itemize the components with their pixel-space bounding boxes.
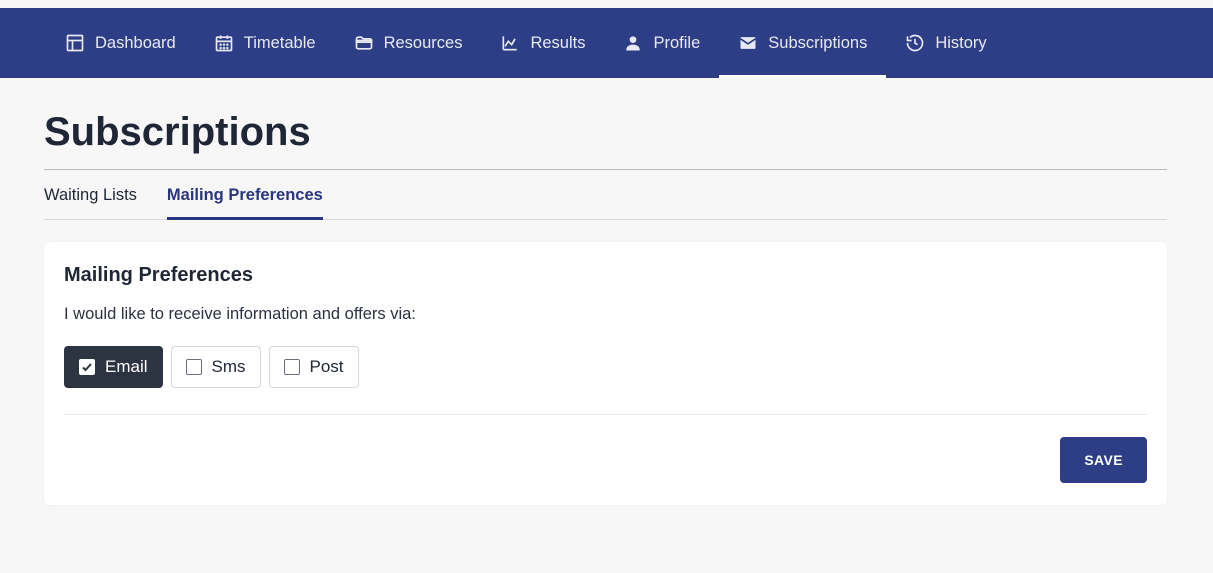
card-lead: I would like to receive information and … [64,305,1147,324]
tab-label: Mailing Preferences [167,186,323,204]
card-footer: SAVE [64,415,1147,493]
nav-history[interactable]: History [886,8,1005,78]
nav-results[interactable]: Results [481,8,604,78]
nav-timetable[interactable]: Timetable [195,8,335,78]
tab-mailing-preferences[interactable]: Mailing Preferences [167,170,323,219]
person-icon [623,33,643,53]
nav-label: History [935,34,986,53]
checkbox-icon [186,359,202,375]
chart-icon [500,33,520,53]
checkbox-icon [284,359,300,375]
top-nav: Dashboard Timetable Resources Results Pr… [0,8,1213,78]
nav-label: Profile [653,34,700,53]
option-sms[interactable]: Sms [171,346,261,388]
option-post[interactable]: Post [269,346,359,388]
nav-label: Timetable [244,34,316,53]
tab-label: Waiting Lists [44,186,137,204]
mailing-preferences-card: Mailing Preferences I would like to rece… [44,242,1167,505]
preference-options: Email Sms Post [64,346,1147,388]
nav-label: Resources [384,34,463,53]
option-email[interactable]: Email [64,346,163,388]
page-content: Subscriptions Waiting Lists Mailing Pref… [0,78,1213,545]
calendar-icon [214,33,234,53]
history-icon [905,33,925,53]
nav-profile[interactable]: Profile [604,8,719,78]
nav-label: Subscriptions [768,34,867,53]
dashboard-icon [65,33,85,53]
folder-icon [354,33,374,53]
nav-resources[interactable]: Resources [335,8,482,78]
nav-label: Results [530,34,585,53]
nav-subscriptions[interactable]: Subscriptions [719,8,886,78]
checkbox-icon [79,359,95,375]
save-button[interactable]: SAVE [1060,437,1147,483]
option-label: Email [105,357,148,377]
subtabs: Waiting Lists Mailing Preferences [44,169,1167,220]
mail-icon [738,33,758,53]
tab-waiting-lists[interactable]: Waiting Lists [44,170,137,219]
option-label: Post [310,357,344,377]
nav-dashboard[interactable]: Dashboard [46,8,195,78]
card-title: Mailing Preferences [64,264,1147,287]
nav-label: Dashboard [95,34,176,53]
page-title: Subscriptions [44,110,1167,155]
option-label: Sms [212,357,246,377]
